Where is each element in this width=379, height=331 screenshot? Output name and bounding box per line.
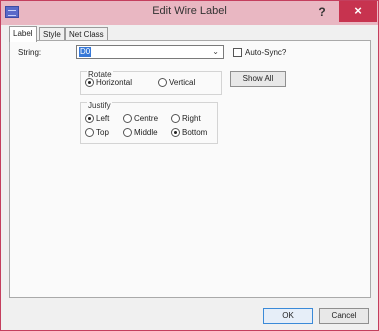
help-button[interactable]: ? bbox=[314, 4, 330, 20]
justify-bottom-label: Bottom bbox=[182, 128, 208, 137]
justify-centre-label: Centre bbox=[134, 114, 159, 123]
string-label: String: bbox=[18, 48, 42, 57]
edit-wire-label-dialog: Edit Wire Label ? × Label Style Net Clas… bbox=[0, 0, 379, 331]
justify-top-label: Top bbox=[96, 128, 109, 137]
justify-left-radio[interactable] bbox=[85, 114, 94, 123]
tab-label[interactable]: Label bbox=[9, 26, 37, 42]
justify-middle-label: Middle bbox=[134, 128, 158, 137]
chevron-down-icon[interactable]: ⌄ bbox=[212, 47, 219, 56]
justify-right-label: Right bbox=[182, 114, 201, 123]
string-combobox[interactable]: D0 ⌄ bbox=[76, 45, 224, 59]
rotate-horizontal-radio[interactable] bbox=[85, 78, 94, 87]
justify-top-radio[interactable] bbox=[85, 128, 94, 137]
auto-sync-label: Auto-Sync? bbox=[245, 48, 287, 57]
justify-centre-radio[interactable] bbox=[123, 114, 132, 123]
justify-left-label: Left bbox=[96, 114, 110, 123]
title-bar[interactable]: Edit Wire Label ? × bbox=[1, 1, 378, 25]
justify-right-radio[interactable] bbox=[171, 114, 180, 123]
tab-net-class[interactable]: Net Class bbox=[65, 27, 108, 41]
justify-legend: Justify bbox=[87, 101, 112, 110]
auto-sync-checkbox[interactable] bbox=[233, 48, 242, 57]
rotate-vertical-radio[interactable] bbox=[158, 78, 167, 87]
close-button[interactable]: × bbox=[339, 1, 377, 22]
tab-style[interactable]: Style bbox=[39, 27, 65, 41]
justify-group: Justify bbox=[80, 101, 218, 144]
justify-middle-radio[interactable] bbox=[123, 128, 132, 137]
justify-bottom-radio[interactable] bbox=[171, 128, 180, 137]
show-all-button[interactable]: Show All bbox=[230, 71, 286, 87]
ok-button[interactable]: OK bbox=[263, 308, 313, 324]
cancel-button[interactable]: Cancel bbox=[319, 308, 369, 324]
string-value: D0 bbox=[79, 47, 92, 57]
rotate-vertical-label: Vertical bbox=[169, 78, 196, 87]
rotate-horizontal-label: Horizontal bbox=[96, 78, 133, 87]
